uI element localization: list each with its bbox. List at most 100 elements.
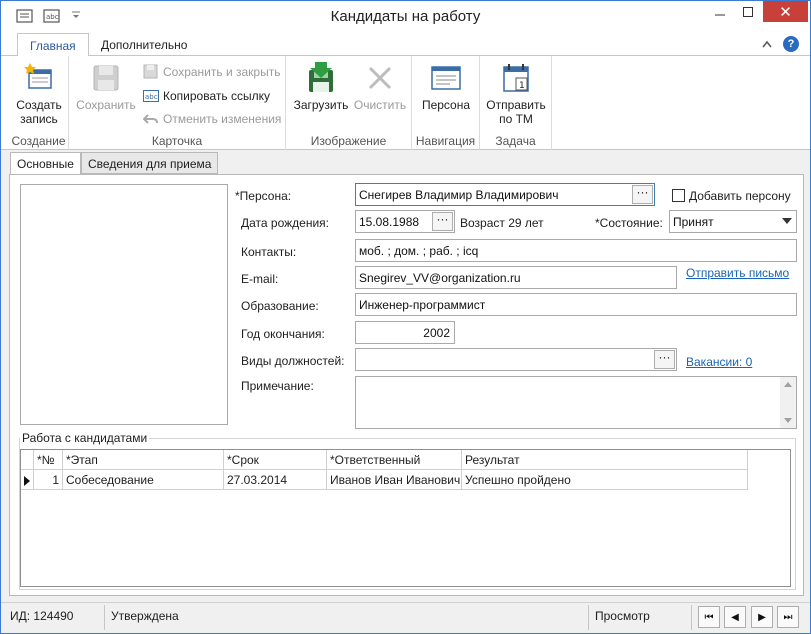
date-picker-button[interactable]: ··· (432, 212, 453, 231)
title-bar: abc Кандидаты на работу ✕ (1, 1, 810, 32)
copy-link-label: Копировать ссылку (163, 88, 270, 103)
group-navigation-label: Навигация (415, 134, 476, 148)
state-label: *Состояние: (595, 216, 663, 230)
close-button[interactable]: ✕ (763, 1, 808, 22)
vacancies-link[interactable]: Вакансии: 0 (686, 355, 752, 369)
clear-x-icon (364, 62, 396, 94)
app-window: abc Кандидаты на работу ✕ Главная Дополн… (0, 0, 811, 634)
education-label: Образование: (241, 299, 319, 313)
group-card-label: Карточка (151, 134, 203, 148)
email-label: E-mail: (241, 272, 279, 286)
help-icon[interactable]: ? (783, 36, 799, 52)
person-field-label: *Персона: (235, 189, 292, 203)
group-create: Создать запись Создание (9, 56, 69, 150)
load-image-button[interactable]: Загрузить (288, 58, 354, 130)
clear-image-button[interactable]: Очистить (352, 58, 408, 130)
last-record-button[interactable]: ⏭ (777, 606, 799, 628)
column-header-result[interactable]: Результат (462, 450, 748, 470)
new-record-icon (23, 62, 55, 94)
group-task-label: Задача (495, 134, 536, 148)
person-input[interactable]: Снегирев Владимир Владимирович (355, 183, 655, 206)
tab-basic[interactable]: Основные (10, 152, 81, 175)
add-person-checkbox[interactable] (672, 189, 685, 202)
person-card-icon (430, 62, 462, 94)
grid-corner (21, 450, 34, 470)
next-record-button[interactable]: ▶ (751, 606, 773, 628)
note-textarea[interactable] (355, 376, 797, 429)
prev-record-button[interactable]: ◀ (724, 606, 746, 628)
create-record-button[interactable]: Создать запись (9, 58, 69, 130)
contacts-input[interactable]: моб. ; дом. ; раб. ; icq (355, 239, 797, 262)
group-card: Сохранить Сохранить и закрыть abc Копиро… (69, 56, 286, 150)
tab-main[interactable]: Главная (17, 33, 89, 57)
education-input[interactable]: Инженер-программист (355, 293, 797, 316)
floppy-disk-icon (90, 62, 122, 94)
positions-input[interactable] (355, 348, 677, 371)
status-divider (691, 605, 692, 630)
collapse-ribbon-icon[interactable] (761, 38, 773, 52)
grad-year-input[interactable]: 2002 (355, 321, 455, 344)
state-select-value: Принят (673, 215, 714, 229)
grad-year-label: Год окончания: (241, 327, 325, 341)
table-row-responsible[interactable]: Иванов Иван Иванович (327, 470, 462, 490)
record-state: Утверждена (111, 609, 179, 623)
note-scrollbar[interactable] (780, 377, 796, 428)
table-row-num[interactable]: 1 (34, 470, 63, 490)
download-icon (305, 62, 337, 94)
candidates-group-title: Работа с кандидатами (20, 431, 150, 445)
close-icon: ✕ (779, 3, 792, 21)
column-header-stage[interactable]: *Этап (63, 450, 224, 470)
send-mail-link[interactable]: Отправить письмо (686, 266, 789, 280)
maximize-button[interactable] (734, 1, 762, 22)
ribbon-tab-row: Главная Дополнительно ? (1, 32, 810, 57)
status-divider (104, 605, 105, 630)
undo-icon (142, 111, 159, 127)
column-header-num[interactable]: *№ (34, 450, 63, 470)
window-title: Кандидаты на работу (330, 8, 481, 25)
copy-link-button[interactable]: abc Копировать ссылку (143, 86, 270, 105)
age-text: Возраст 29 лет (460, 216, 544, 230)
status-bar: ИД: 124490 Утверждена Просмотр ⏮ ◀ ▶ ⏭ (1, 602, 810, 633)
load-image-label: Загрузить (293, 98, 349, 112)
record-id: ИД: 124490 (10, 609, 74, 623)
group-navigation: Персона Навигация (412, 56, 480, 150)
group-image: Загрузить Очистить Изображение (286, 56, 412, 150)
add-person-label: Добавить персону (689, 189, 791, 203)
cancel-changes-button[interactable]: Отменить изменения (142, 109, 282, 128)
positions-lookup-button[interactable]: ··· (654, 350, 675, 369)
send-tm-button[interactable]: 1 Отправить по ТМ (484, 58, 548, 130)
email-input[interactable]: Snegirev_VV@organization.ru (355, 266, 677, 289)
clear-image-label: Очистить (353, 98, 407, 112)
first-record-button[interactable]: ⏮ (698, 606, 720, 628)
photo-area[interactable] (20, 184, 228, 425)
copy-link-icon: abc (143, 88, 159, 104)
send-tm-label: Отправить по ТМ (486, 98, 546, 126)
candidates-grid: *№ *Этап *Срок *Ответственный Результат … (20, 449, 791, 587)
status-divider (588, 605, 589, 630)
table-row-result[interactable]: Успешно пройдено (462, 470, 748, 490)
person-button[interactable]: Персона (416, 58, 476, 130)
contacts-label: Контакты: (241, 245, 297, 259)
tab-admission-info[interactable]: Сведения для приема (81, 152, 219, 174)
column-header-due[interactable]: *Срок (224, 450, 327, 470)
birth-date-label: Дата рождения: (241, 216, 329, 230)
minimize-button[interactable] (706, 1, 734, 22)
view-mode: Просмотр (595, 609, 650, 623)
column-header-responsible[interactable]: *Ответственный (327, 450, 462, 470)
save-button[interactable]: Сохранить (72, 58, 140, 130)
table-row-stage[interactable]: Собеседование (63, 470, 224, 490)
group-task: 1 Отправить по ТМ Задача (480, 56, 552, 150)
person-lookup-button[interactable]: ··· (632, 185, 653, 204)
cancel-changes-label: Отменить изменения (163, 111, 282, 126)
save-close-label: Сохранить и закрыть (163, 64, 281, 79)
note-label: Примечание: (241, 379, 314, 393)
group-image-label: Изображение (310, 134, 387, 148)
create-record-label: Создать запись (16, 98, 62, 126)
group-create-label: Создание (11, 134, 66, 148)
table-row-due[interactable]: 27.03.2014 (224, 470, 327, 490)
save-close-icon (143, 64, 159, 80)
ribbon: Создать запись Создание Сохранить Сохран… (1, 56, 810, 150)
tab-additional[interactable]: Дополнительно (89, 33, 199, 57)
save-close-button[interactable]: Сохранить и закрыть (143, 62, 280, 81)
state-select[interactable]: Принят (669, 210, 797, 233)
